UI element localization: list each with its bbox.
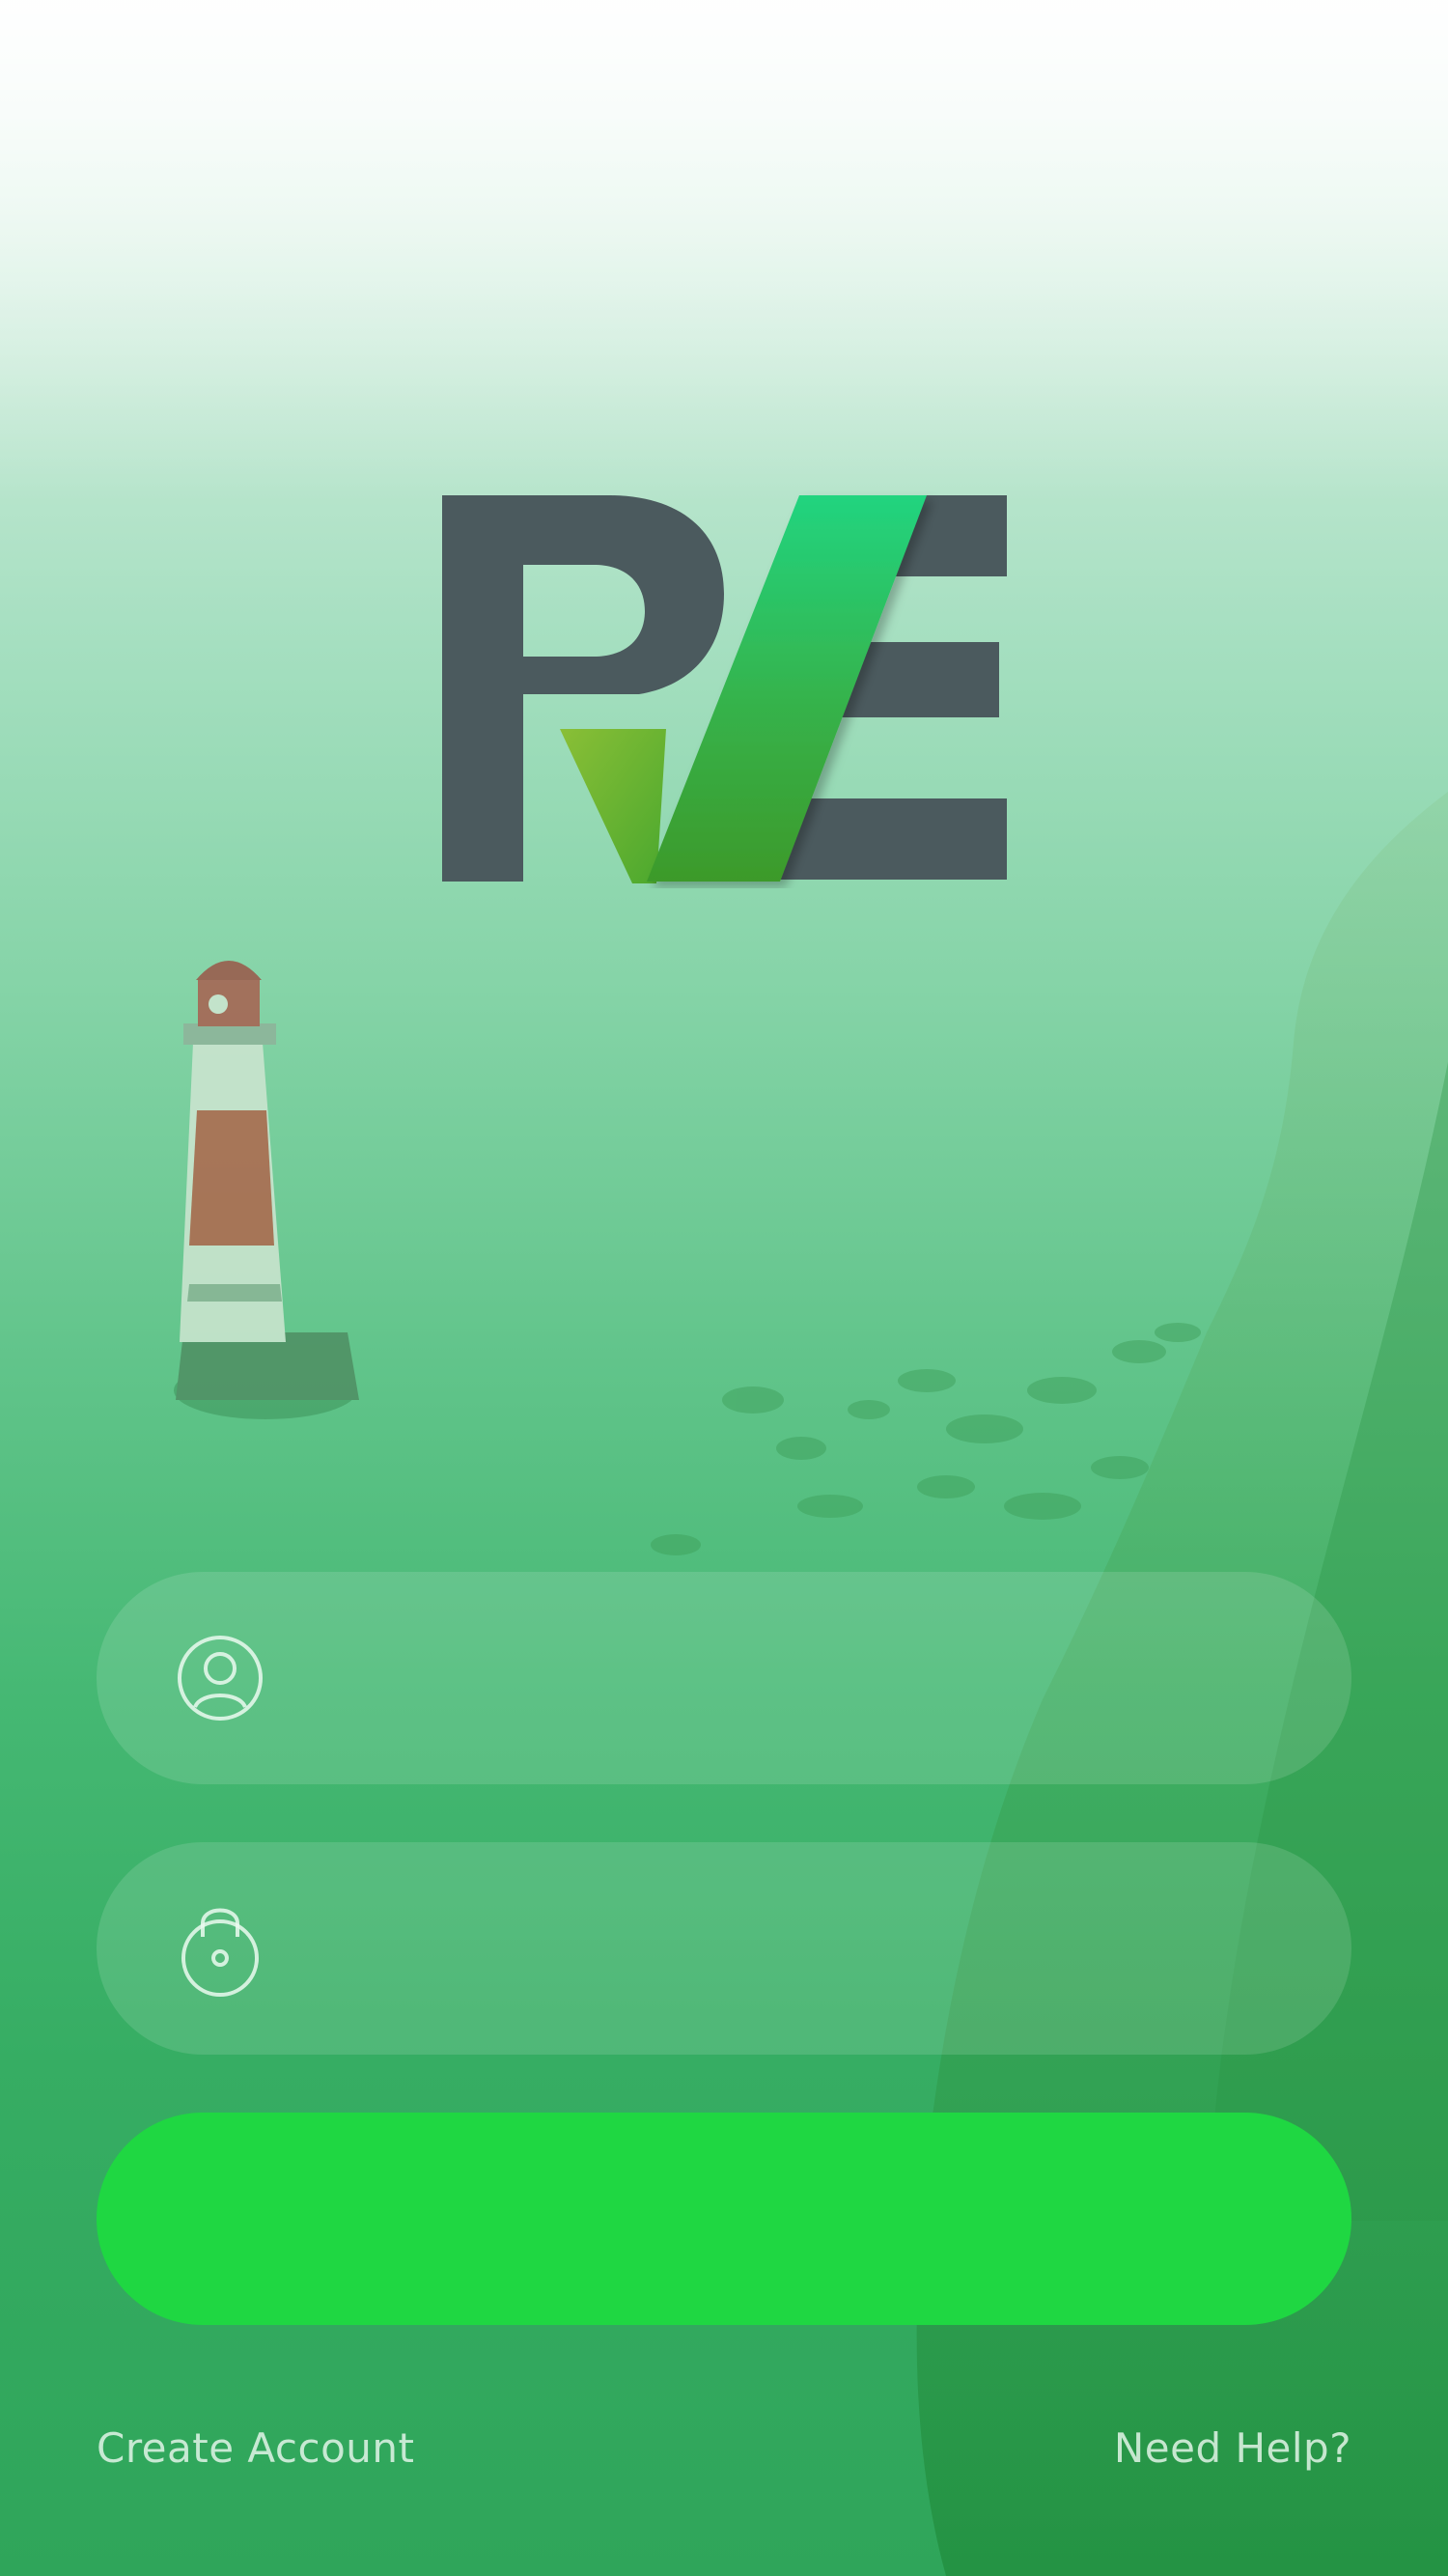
login-screen: Create Account Need Help? [0,0,1448,2576]
user-circle-icon [176,1630,265,1726]
lock-icon [176,1900,265,1997]
username-field[interactable] [97,1572,1351,1784]
password-input[interactable] [328,1904,1265,1993]
login-button[interactable] [97,2113,1351,2325]
password-field[interactable] [97,1842,1351,2055]
create-account-link[interactable]: Create Account [97,2423,415,2474]
lighthouse [174,961,359,1419]
need-help-link[interactable]: Need Help? [1114,2423,1351,2474]
username-input[interactable] [328,1634,1265,1722]
rve-logo [442,495,1007,883]
